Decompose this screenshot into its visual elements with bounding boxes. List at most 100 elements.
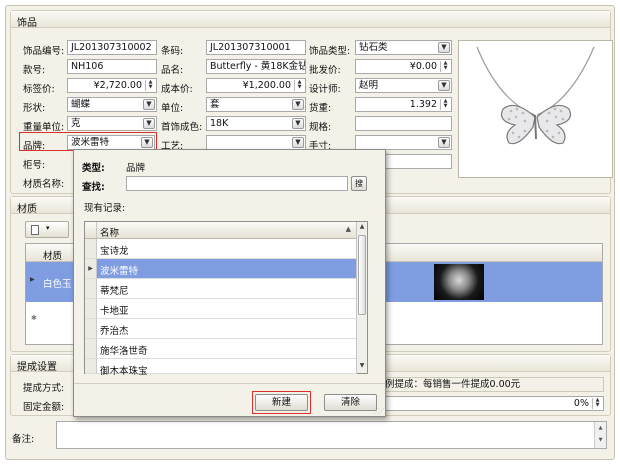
row-indicator-icon: ▶ <box>30 276 35 283</box>
goods-weight-field[interactable]: 1.392 ▲ ▼ <box>355 97 452 112</box>
note-textarea[interactable]: ▲ ▼ <box>56 421 607 449</box>
type-value: 品牌 <box>126 163 146 174</box>
row-indicator <box>85 299 97 318</box>
scroll-up-icon[interactable]: ▲ <box>358 223 366 233</box>
item-no-field[interactable]: JL201307310002 <box>67 40 157 55</box>
list-item-label: 宝诗龙 <box>100 246 129 257</box>
style-no-field[interactable]: NH106 <box>67 59 157 74</box>
chevron-down-icon[interactable]: ▼ <box>141 137 153 148</box>
ring-size-combo[interactable]: ▼ <box>355 135 452 150</box>
barcode-label: 条码: <box>161 46 184 57</box>
unit-value: 套 <box>210 99 220 110</box>
product-photo-box[interactable] <box>458 40 613 178</box>
name-value: Butterfly - 黄18K金钻石 <box>210 61 305 72</box>
unit-combo[interactable]: 套 ▼ <box>206 97 306 112</box>
clear-button[interactable]: 清除 <box>324 394 377 411</box>
list-item[interactable]: 宝诗龙 <box>85 239 357 259</box>
new-row-icon: ✱ <box>31 314 37 322</box>
spec-field[interactable] <box>355 116 452 131</box>
finish-color-value: 18K <box>210 118 229 129</box>
new-file-icon[interactable] <box>31 225 39 235</box>
sort-asc-icon[interactable]: ▲ <box>346 225 351 233</box>
section-title: 材质 <box>17 204 37 215</box>
commission-desc-text: 例提成：每销售一件提成0.00元 <box>385 379 521 390</box>
brand-label: 品牌: <box>23 141 46 152</box>
list-item-label: 乔治杰 <box>100 326 129 337</box>
spinner-icon[interactable]: ▲ ▼ <box>294 80 304 91</box>
list-item[interactable]: 御木本珠宝 <box>85 359 357 377</box>
shape-combo[interactable]: 蝴蝶 ▼ <box>67 97 157 112</box>
list-item[interactable]: 卡地亚 <box>85 299 357 319</box>
col-name-header: 名称 <box>100 228 120 239</box>
designer-value: 赵明 <box>359 80 379 91</box>
brand-combo[interactable]: 波米雷特 ▼ <box>67 135 155 150</box>
chevron-down-icon[interactable]: ▼ <box>143 118 155 129</box>
section-title: 饰品 <box>17 18 37 29</box>
note-scrollbar[interactable]: ▲ ▼ <box>594 422 606 448</box>
spinner-icon[interactable]: ▲ ▼ <box>592 398 602 409</box>
chevron-down-icon[interactable]: ▼ <box>292 137 304 148</box>
spinner-icon[interactable]: ▲ ▼ <box>145 80 155 91</box>
wholesale-field[interactable]: ¥0.00 ▲ ▼ <box>355 59 452 74</box>
cabinet-label: 柜号: <box>23 160 46 171</box>
finish-color-combo[interactable]: 18K ▼ <box>206 116 306 131</box>
fixed-percent-field[interactable]: 0% ▲ ▼ <box>381 396 604 411</box>
search-button[interactable]: 搜 <box>351 176 367 191</box>
list-item[interactable]: 施华洛世奇 <box>85 339 357 359</box>
list-item[interactable]: 蒂梵尼 <box>85 279 357 299</box>
name-field[interactable]: Butterfly - 黄18K金钻石 <box>206 59 306 74</box>
type-label: 类型: <box>82 163 105 174</box>
barcode-field[interactable]: JL201307310001 <box>206 40 306 55</box>
records-scrollbar[interactable]: ▲ ▼ <box>356 222 367 373</box>
scroll-thumb[interactable] <box>358 235 366 315</box>
shape-label: 形状: <box>23 103 46 114</box>
resize-grip-icon[interactable]: ⋰⋰ <box>373 408 384 415</box>
weight-unit-value: 克 <box>71 118 81 129</box>
records-grid-header: 名称 ▲ <box>85 222 357 239</box>
row-indicator <box>85 239 97 258</box>
section-title: 提成设置 <box>17 362 57 373</box>
spinner-icon[interactable]: ▲ ▼ <box>440 61 450 72</box>
list-item[interactable]: 乔治杰 <box>85 319 357 339</box>
weight-unit-combo[interactable]: 克 ▼ <box>67 116 157 131</box>
row-indicator <box>85 339 97 358</box>
shape-value: 蝴蝶 <box>71 99 91 110</box>
wholesale-label: 批发价: <box>309 65 341 76</box>
list-item-label: 蒂梵尼 <box>100 286 129 297</box>
barcode-value: JL201307310001 <box>210 42 291 53</box>
chevron-down-icon[interactable]: ▼ <box>438 80 450 91</box>
material-toolbar: ▾ <box>25 221 69 238</box>
scroll-down-icon[interactable]: ▼ <box>358 362 366 372</box>
item-type-combo[interactable]: 钻石类 ▼ <box>355 40 452 55</box>
new-button[interactable]: 新建 <box>255 394 308 411</box>
row-indicator-icon: ▶ <box>85 259 97 278</box>
necklace-image <box>476 46 595 145</box>
cost-price-field[interactable]: ¥1,200.00 ▲ ▼ <box>206 78 306 93</box>
chevron-down-icon[interactable]: ▼ <box>438 42 450 53</box>
tag-price-field[interactable]: ¥2,720.00 ▲ ▼ <box>67 78 157 93</box>
designer-label: 设计师: <box>309 84 341 95</box>
tag-price-label: 标签价: <box>23 84 55 95</box>
chevron-down-icon[interactable]: ▼ <box>438 137 450 148</box>
row-indicator <box>85 359 97 373</box>
spinner-icon[interactable]: ▲ ▼ <box>440 99 450 110</box>
craft-combo[interactable]: ▼ <box>206 135 306 150</box>
product-window: 饰品 饰品编号: JL201307310002 条码: JL2013073100… <box>5 5 615 460</box>
cost-price-value: ¥1,200.00 <box>242 80 291 91</box>
list-item-selected[interactable]: ▶ 波米雷特 <box>85 259 357 279</box>
note-label: 备注: <box>12 434 35 445</box>
dropdown-arrow-icon[interactable]: ▾ <box>46 224 50 232</box>
goods-weight-value: 1.392 <box>409 99 437 110</box>
designer-combo[interactable]: 赵明 ▼ <box>355 78 452 93</box>
popup-divider <box>74 383 385 384</box>
chevron-down-icon[interactable]: ▼ <box>143 99 155 110</box>
commission-method-label: 提成方式: <box>23 383 65 394</box>
finish-color-label: 首饰成色: <box>161 122 203 133</box>
chevron-down-icon[interactable]: ▼ <box>292 99 304 110</box>
search-input[interactable] <box>126 176 348 191</box>
records-label: 现有记录: <box>84 203 126 214</box>
chevron-down-icon[interactable]: ▼ <box>292 118 304 129</box>
fixed-percent-value: 0% <box>573 398 589 409</box>
tag-price-value: ¥2,720.00 <box>93 80 142 91</box>
spec-label: 规格: <box>309 122 332 133</box>
